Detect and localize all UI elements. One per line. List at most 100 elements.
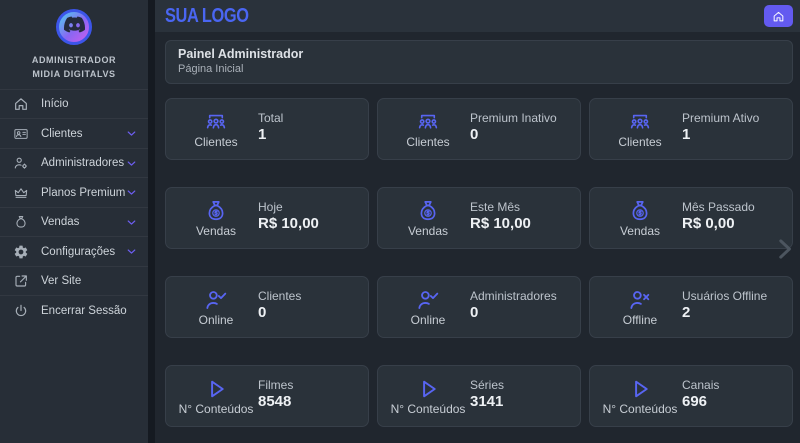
stat-card-group-label: N° Conteúdos <box>603 402 678 416</box>
user-x-icon <box>627 287 653 313</box>
stat-card-group-label: Offline <box>623 313 657 327</box>
stat-card-value: 0 <box>258 304 301 321</box>
page-title: Painel Administrador <box>178 47 780 61</box>
chevron-right-icon <box>771 233 797 265</box>
topbar: SUA LOGO <box>155 0 800 32</box>
stat-card-value: R$ 0,00 <box>682 215 755 232</box>
stat-card-value: 1 <box>258 126 283 143</box>
play-icon <box>203 376 229 402</box>
group-users-icon <box>203 109 229 135</box>
sidebar-item-label: Administradores <box>41 157 124 169</box>
stat-card-group-label: Vendas <box>620 224 660 238</box>
stat-card-group-label: Online <box>199 313 234 327</box>
sidebar-item-label: Vendas <box>41 216 79 228</box>
stat-card-title: Filmes <box>258 378 293 392</box>
stat-card-value: 3141 <box>470 393 504 410</box>
stat-card-group-label: Online <box>411 313 446 327</box>
sidebar-item-label: Clientes <box>41 128 83 140</box>
play-icon <box>627 376 653 402</box>
sidebar-item-administradores[interactable]: Administradores <box>0 148 148 178</box>
money-bag-dollar-icon <box>415 198 441 224</box>
stat-card-clientes-premium-inativo[interactable]: Clientes Premium Inativo 0 <box>377 98 581 160</box>
stat-cards: Clientes Total 1 Clientes Premium Inativ… <box>165 98 794 427</box>
profile-name: ADMINISTRADOR MIDIA DIGITALVS <box>4 53 144 82</box>
sidebar-item-clientes[interactable]: Clientes <box>0 118 148 148</box>
stat-card-title: Total <box>258 111 283 125</box>
stat-cards-row-2: Vendas Hoje R$ 10,00 Vendas Este Mês R$ … <box>165 187 793 249</box>
stat-card-value: R$ 10,00 <box>258 215 319 232</box>
stat-card-title: Séries <box>470 378 504 392</box>
admin-user-icon <box>13 155 29 171</box>
stat-card-n-conteudos-canais[interactable]: N° Conteúdos Canais 696 <box>589 365 793 427</box>
stat-card-value: 2 <box>682 304 767 321</box>
stat-card-clientes-total[interactable]: Clientes Total 1 <box>165 98 369 160</box>
main-area: SUA LOGO Painel Administrador Página Ini… <box>148 0 800 443</box>
sidebar-item-ver-site[interactable]: Ver Site <box>0 266 148 296</box>
user-check-icon <box>203 287 229 313</box>
stat-card-clientes-premium-ativo[interactable]: Clientes Premium Ativo 1 <box>589 98 793 160</box>
stat-card-online-administradores[interactable]: Online Administradores 0 <box>377 276 581 338</box>
stat-cards-row-1: Clientes Total 1 Clientes Premium Inativ… <box>165 98 793 160</box>
chevron-down-icon <box>125 157 138 170</box>
stat-card-title: Mês Passado <box>682 200 755 214</box>
stat-card-group-label: Vendas <box>196 224 236 238</box>
stat-cards-row-4: N° Conteúdos Filmes 8548 N° Conteúdos Sé… <box>165 365 793 427</box>
stat-card-group-label: N° Conteúdos <box>179 402 254 416</box>
sidebar-item-planos-premium[interactable]: Planos Premium <box>0 177 148 207</box>
stat-card-title: Este Mês <box>470 200 531 214</box>
profile-name-line1: ADMINISTRADOR <box>4 53 144 67</box>
sidebar-item-encerrar-sessao[interactable]: Encerrar Sessão <box>0 295 148 325</box>
stat-card-title: Clientes <box>258 289 301 303</box>
page-header-panel: Painel Administrador Página Inicial <box>165 40 793 84</box>
sidebar-item-vendas[interactable]: Vendas <box>0 207 148 237</box>
stat-card-vendas-este-mes[interactable]: Vendas Este Mês R$ 10,00 <box>377 187 581 249</box>
stat-card-online-clientes[interactable]: Online Clientes 0 <box>165 276 369 338</box>
stat-cards-row-3: Online Clientes 0 Online Administradores… <box>165 276 793 338</box>
clients-card-icon <box>13 126 29 142</box>
sidebar-nav: Início Clientes Administradores Planos P… <box>0 89 148 325</box>
discord-logo-icon <box>64 14 85 40</box>
play-icon <box>415 376 441 402</box>
sidebar-item-label: Início <box>41 98 69 110</box>
sidebar-item-inicio[interactable]: Início <box>0 89 148 119</box>
stat-card-title: Premium Ativo <box>682 111 759 125</box>
stat-card-group-label: Clientes <box>194 135 237 149</box>
chevron-down-icon <box>125 186 138 199</box>
sidebar-item-label: Planos Premium <box>41 187 125 199</box>
avatar <box>56 9 92 45</box>
home-button[interactable] <box>764 5 793 27</box>
content: Painel Administrador Página Inicial Clie… <box>155 32 800 443</box>
stat-card-title: Premium Inativo <box>470 111 557 125</box>
external-link-icon <box>13 273 29 289</box>
gear-icon <box>13 244 29 260</box>
stat-card-group-label: Vendas <box>408 224 448 238</box>
stat-card-group-label: Clientes <box>618 135 661 149</box>
stat-card-value: 1 <box>682 126 759 143</box>
group-users-icon <box>415 109 441 135</box>
stat-card-title: Administradores <box>470 289 557 303</box>
admin-dashboard: ADMINISTRADOR MIDIA DIGITALVS Início Cli… <box>0 0 800 443</box>
stat-card-value: 0 <box>470 126 557 143</box>
stat-card-group-label: Clientes <box>406 135 449 149</box>
stat-card-n-conteudos-series[interactable]: N° Conteúdos Séries 3141 <box>377 365 581 427</box>
chevron-down-icon <box>125 127 138 140</box>
stat-card-title: Canais <box>682 378 719 392</box>
sidebar-item-configuracoes[interactable]: Configurações <box>0 236 148 266</box>
stat-card-offline-usuarios-offline[interactable]: Offline Usuários Offline 2 <box>589 276 793 338</box>
home-icon <box>13 96 29 112</box>
user-check-icon <box>415 287 441 313</box>
stat-card-value: 8548 <box>258 393 293 410</box>
profile-name-line2: MIDIA DIGITALVS <box>4 67 144 81</box>
stat-card-value: R$ 10,00 <box>470 215 531 232</box>
stat-card-vendas-mes-passado[interactable]: Vendas Mês Passado R$ 0,00 <box>589 187 793 249</box>
stat-card-value: 696 <box>682 393 719 410</box>
carousel-next-button[interactable] <box>769 227 799 271</box>
stat-card-n-conteudos-filmes[interactable]: N° Conteúdos Filmes 8548 <box>165 365 369 427</box>
money-bag-dollar-icon <box>627 198 653 224</box>
sidebar-item-label: Ver Site <box>41 275 81 287</box>
stat-card-vendas-hoje[interactable]: Vendas Hoje R$ 10,00 <box>165 187 369 249</box>
crown-icon <box>13 185 29 201</box>
money-bag-icon <box>13 214 29 230</box>
chevron-down-icon <box>125 245 138 258</box>
home-icon <box>772 10 785 23</box>
